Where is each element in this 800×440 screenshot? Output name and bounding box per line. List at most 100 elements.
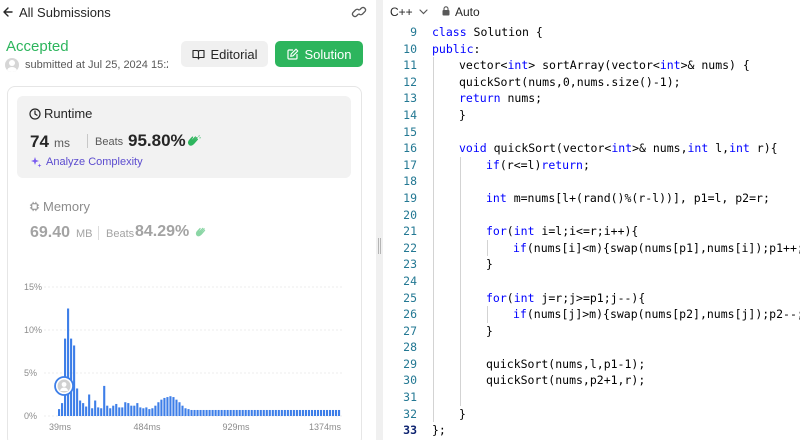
histogram-bar[interactable] — [97, 407, 100, 416]
histogram-bar[interactable] — [280, 409, 283, 416]
histogram-bar[interactable] — [217, 409, 220, 416]
histogram-bar[interactable] — [310, 409, 314, 416]
histogram-bar[interactable] — [304, 409, 307, 416]
histogram-bar[interactable] — [253, 409, 256, 416]
histogram-bar[interactable] — [196, 409, 199, 416]
histogram-bar[interactable] — [139, 407, 142, 416]
histogram-bar[interactable] — [322, 409, 326, 416]
histogram-bar[interactable] — [265, 409, 268, 416]
histogram-bar[interactable] — [199, 409, 202, 416]
histogram-bar[interactable] — [295, 409, 298, 416]
histogram-bar[interactable] — [289, 409, 292, 416]
histogram-bar[interactable] — [94, 400, 97, 416]
histogram-bar[interactable] — [121, 407, 124, 416]
histogram-bar[interactable] — [157, 402, 160, 416]
histogram-bar[interactable] — [61, 403, 64, 416]
histogram-bar[interactable] — [331, 409, 335, 416]
histogram-bar[interactable] — [163, 397, 166, 416]
histogram-bar[interactable] — [292, 409, 295, 416]
histogram-bar[interactable] — [76, 388, 79, 416]
histogram-bar[interactable] — [274, 409, 277, 416]
histogram-bar[interactable] — [193, 409, 196, 416]
histogram-bar[interactable] — [151, 408, 154, 416]
histogram-bar[interactable] — [298, 409, 301, 416]
histogram-bar[interactable] — [235, 409, 238, 416]
histogram-bar[interactable] — [325, 409, 329, 416]
histogram-bar[interactable] — [88, 394, 91, 417]
histogram-bar[interactable] — [160, 399, 163, 416]
histogram-bar[interactable] — [82, 403, 85, 416]
histogram-bar[interactable] — [190, 409, 193, 416]
histogram-bar[interactable] — [115, 403, 118, 416]
histogram-bar[interactable] — [241, 409, 244, 416]
format-mode[interactable]: Auto — [455, 5, 480, 19]
histogram-bar[interactable] — [268, 409, 271, 416]
histogram-bar[interactable] — [334, 409, 338, 416]
histogram-bar[interactable] — [100, 408, 103, 416]
histogram-bar[interactable] — [319, 409, 323, 416]
histogram-bar[interactable] — [166, 397, 169, 416]
editorial-button[interactable]: Editorial — [181, 41, 268, 67]
histogram-bar[interactable] — [91, 408, 94, 416]
histogram-bar[interactable] — [229, 409, 232, 416]
histogram-bar[interactable] — [226, 409, 229, 416]
histogram-bar[interactable] — [283, 409, 286, 416]
histogram-bar[interactable] — [328, 409, 332, 416]
histogram-bar[interactable] — [271, 409, 274, 416]
histogram-bar[interactable] — [262, 409, 265, 416]
histogram-bar[interactable] — [133, 405, 136, 416]
solution-button[interactable]: Solution — [275, 41, 363, 67]
histogram-bar[interactable] — [184, 408, 187, 416]
link-icon[interactable] — [351, 5, 367, 19]
runtime-card[interactable]: Runtime 74 ms Beats 95.80% Analyze Compl… — [17, 96, 351, 178]
histogram-bar[interactable] — [211, 409, 214, 416]
histogram-bar[interactable] — [232, 409, 235, 416]
histogram-bar[interactable] — [127, 403, 130, 416]
histogram-bar[interactable] — [205, 409, 208, 416]
histogram-bar[interactable] — [148, 409, 151, 416]
histogram-bar[interactable] — [154, 405, 157, 416]
histogram-bar[interactable] — [313, 409, 317, 416]
histogram-bar[interactable] — [169, 396, 172, 416]
code-area[interactable]: 9 class Solution {10 public: 11 vector<int> … — [383, 24, 800, 439]
histogram-bar[interactable] — [247, 409, 250, 416]
histogram-bar[interactable] — [67, 308, 70, 417]
histogram-bar[interactable] — [85, 406, 88, 416]
all-submissions-link[interactable]: All Submissions — [19, 5, 111, 20]
panel-resize-handle[interactable] — [376, 0, 383, 440]
histogram-bar[interactable] — [130, 405, 133, 416]
your-submission-marker[interactable] — [54, 376, 74, 396]
chevron-down-icon[interactable] — [419, 9, 428, 15]
histogram-bar[interactable] — [142, 408, 145, 416]
histogram-bar[interactable] — [337, 409, 341, 416]
histogram-bar[interactable] — [301, 409, 304, 416]
histogram-bar[interactable] — [79, 400, 82, 416]
runtime-distribution-chart[interactable]: 15% 10% 5% 0% 39ms 484ms 929ms 1374ms — [0, 270, 376, 440]
histogram-bar[interactable] — [145, 407, 148, 416]
histogram-bar[interactable] — [202, 409, 205, 416]
histogram-bar[interactable] — [106, 405, 109, 416]
histogram-bar[interactable] — [277, 409, 280, 416]
histogram-bar[interactable] — [208, 409, 211, 416]
histogram-bar[interactable] — [112, 405, 115, 416]
histogram-bar[interactable] — [187, 409, 190, 416]
histogram-bar[interactable] — [286, 409, 289, 416]
histogram-bar[interactable] — [73, 345, 76, 416]
histogram-bar[interactable] — [181, 405, 184, 416]
arrow-left-icon[interactable] — [2, 5, 14, 19]
histogram-bar[interactable] — [256, 409, 259, 416]
histogram-bar[interactable] — [109, 408, 112, 416]
histogram-bar[interactable] — [178, 402, 181, 416]
histogram-bar[interactable] — [175, 399, 178, 416]
analyze-complexity-link[interactable]: Analyze Complexity — [46, 156, 143, 168]
histogram-bar[interactable] — [220, 409, 223, 416]
language-selector[interactable]: C++ — [390, 5, 413, 19]
histogram-bar[interactable] — [307, 409, 310, 416]
histogram-bar[interactable] — [244, 409, 247, 416]
histogram-bar[interactable] — [172, 397, 175, 416]
histogram-bar[interactable] — [103, 385, 106, 416]
histogram-bar[interactable] — [316, 409, 320, 416]
histogram-bar[interactable] — [124, 402, 127, 416]
avatar[interactable] — [5, 58, 19, 72]
histogram-bar[interactable] — [223, 409, 226, 416]
